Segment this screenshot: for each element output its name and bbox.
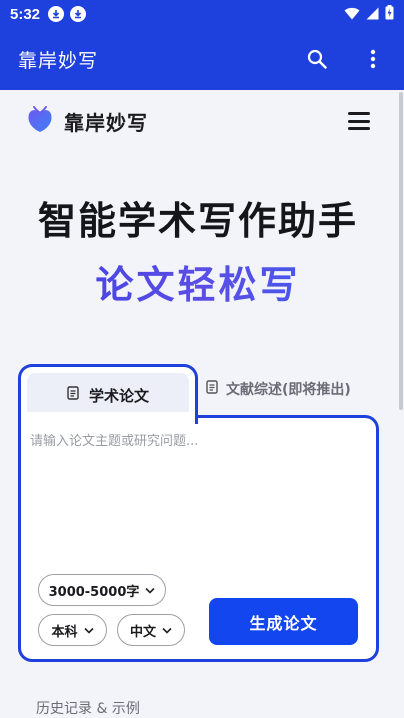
signal-icon	[366, 5, 379, 24]
app-bar: 靠岸妙写	[0, 28, 404, 90]
menu-icon[interactable]	[348, 112, 370, 130]
chevron-down-icon	[162, 623, 172, 638]
app-bar-title: 靠岸妙写	[18, 50, 99, 72]
document-icon	[67, 386, 79, 404]
site-header: 靠岸妙写	[0, 90, 396, 152]
generate-paper-button[interactable]: 生成论文	[209, 598, 358, 645]
topic-input[interactable]	[30, 430, 360, 560]
chevron-down-icon	[145, 583, 155, 598]
more-vert-icon[interactable]	[360, 46, 386, 72]
brand-name: 靠岸妙写	[64, 110, 148, 135]
download-notification-icon	[48, 6, 65, 22]
language-select-value: 中文	[129, 624, 156, 640]
hero-title: 智能学术写作助手	[37, 199, 358, 243]
tab-label: 学术论文	[88, 386, 149, 405]
hero-subtitle: 论文轻松写	[0, 254, 396, 309]
scrollbar[interactable]	[399, 92, 403, 410]
length-select[interactable]: 3000-5000字	[38, 574, 166, 606]
language-select[interactable]: 中文	[117, 614, 185, 646]
status-bar: 5:32	[0, 0, 404, 28]
tab-literature-review[interactable]: 文献综述(即将推出)	[206, 372, 376, 406]
degree-select-value: 本科	[51, 624, 78, 640]
tab-label: 文献综述(即将推出)	[226, 382, 351, 398]
download-notification-icon	[70, 6, 87, 22]
brand-logo-icon	[26, 104, 54, 138]
wifi-icon	[344, 5, 360, 24]
chevron-down-icon	[83, 623, 94, 638]
search-icon[interactable]	[304, 46, 330, 72]
tab-card-joint	[21, 412, 195, 420]
length-select-value: 3000-5000字	[48, 584, 140, 600]
battery-charging-icon	[385, 4, 394, 24]
document-icon	[206, 380, 218, 398]
status-time: 5:32	[10, 5, 41, 23]
degree-select[interactable]: 本科	[38, 614, 107, 646]
history-section-title: 历史记录 & 示例	[36, 701, 140, 717]
